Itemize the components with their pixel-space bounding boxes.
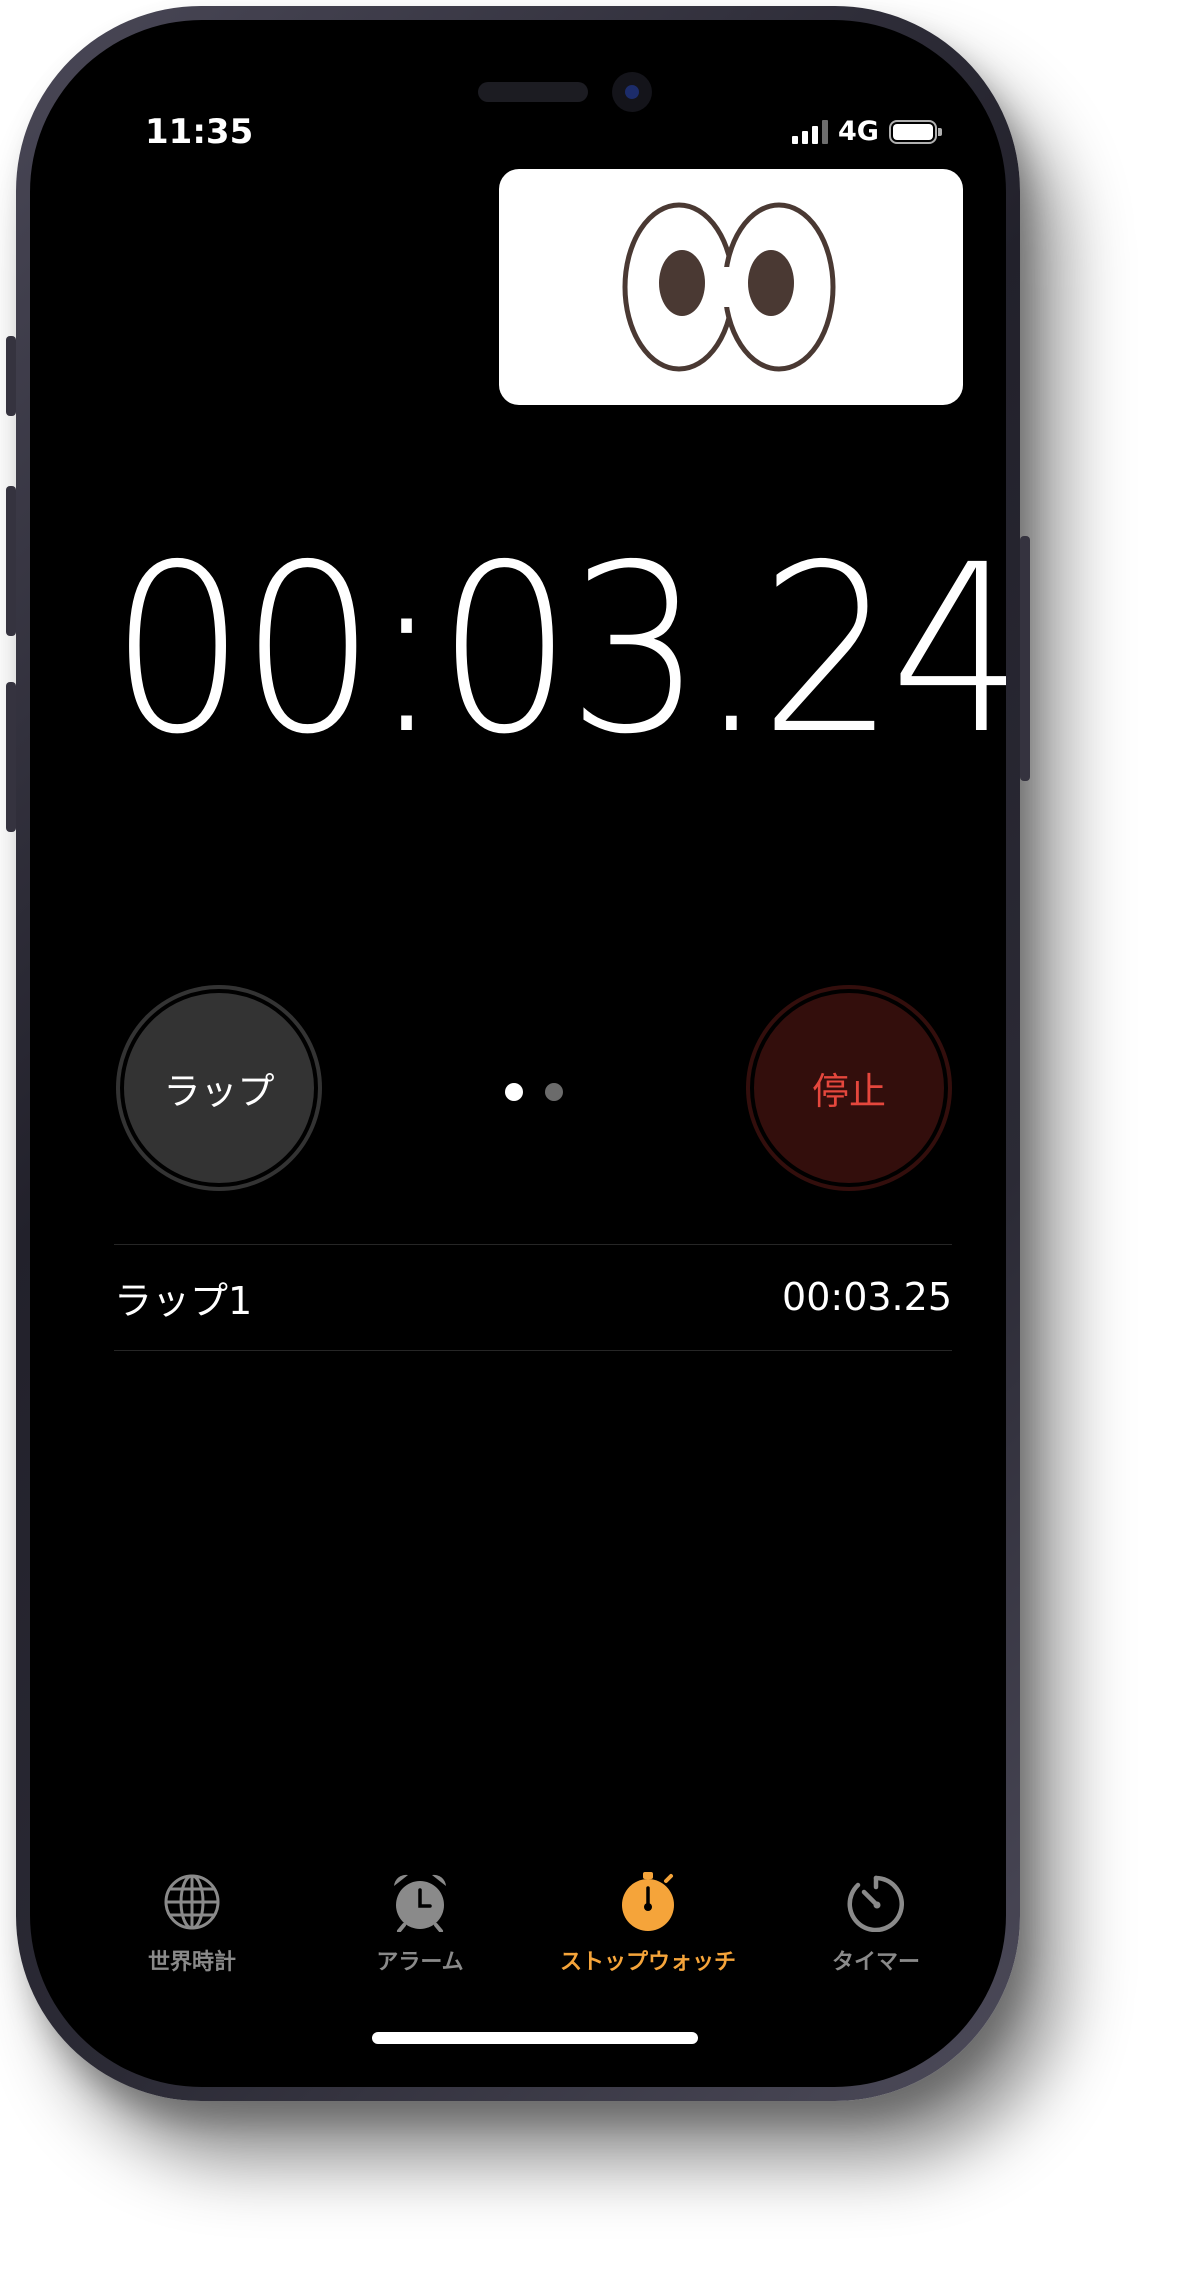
lap-button-label: ラップ [163,1070,275,1113]
stop-button-label: 停止 [812,1070,886,1113]
alarm-clock-icon [394,1874,446,1932]
earpiece-speaker [478,82,588,102]
tab-world-clock-label: 世界時計 [147,1950,236,1975]
lap-label: ラップ1 [114,1278,253,1323]
tab-world-clock[interactable]: 世界時計 [92,1872,292,1976]
cellular-signal-icon [792,119,828,144]
tab-alarm[interactable]: アラーム [320,1872,520,1976]
phone-frame: 11:35 4G 00:03.24 ラップ 停止 ラップ1 00:03.25 世… [6,6,1030,2101]
lap-row-divider [114,1350,952,1351]
battery-icon [888,119,942,144]
page-dot-inactive[interactable] [545,1083,563,1101]
lap-row: ラップ1 00:03.25 [114,1244,952,1350]
tab-stopwatch-label: ストップウォッチ [559,1950,736,1975]
timer-icon [847,1875,904,1932]
volume-down-button [6,682,16,832]
pip-overlay[interactable] [499,169,963,405]
tab-alarm-label: アラーム [376,1950,464,1975]
cartoon-eyes-icon [622,202,836,372]
page-dot-active[interactable] [505,1083,523,1101]
elapsed-time-display: 00:03.24 [110,515,1006,785]
stage: 11:35 4G 00:03.24 ラップ 停止 ラップ1 00:03.25 世… [0,0,1200,2289]
network-type: 4G [838,116,879,147]
action-button [6,336,16,416]
lap-button[interactable]: ラップ [116,985,322,1191]
lap-time: 00:03.25 [782,1275,952,1319]
tab-stopwatch[interactable]: ストップウォッチ [548,1872,748,1976]
page-indicator[interactable] [505,1083,563,1101]
side-power-button [1020,536,1030,781]
front-camera [612,72,652,112]
status-time: 11:35 [145,112,254,152]
stop-button[interactable]: 停止 [746,985,952,1191]
screen: 11:35 4G 00:03.24 ラップ 停止 ラップ1 00:03.25 世… [30,20,1006,2087]
home-indicator[interactable] [372,2032,698,2044]
tab-timer[interactable]: タイマー [776,1872,976,1976]
tab-timer-label: タイマー [831,1950,920,1975]
status-indicators: 4G [792,116,942,147]
globe-icon [164,1874,220,1930]
volume-up-button [6,486,16,636]
stopwatch-icon [622,1872,674,1931]
